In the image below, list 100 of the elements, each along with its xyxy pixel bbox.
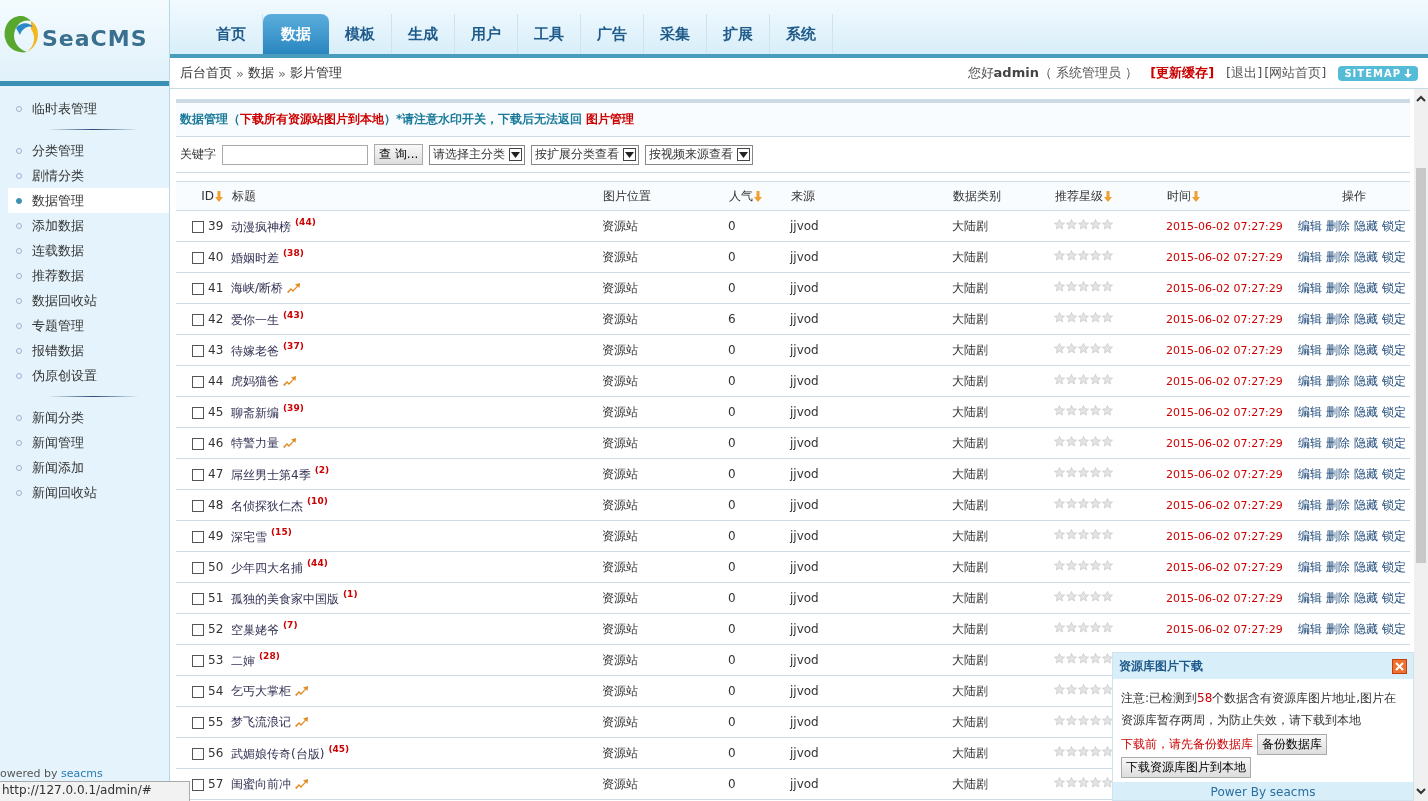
star-rating[interactable] — [1054, 529, 1113, 540]
star-rating[interactable] — [1054, 312, 1113, 323]
title-link[interactable]: 特警力量 — [231, 435, 279, 450]
nav-tab[interactable]: 模板 — [329, 14, 392, 54]
title-link[interactable]: 婚姻时差 — [231, 250, 279, 265]
action-link[interactable]: 隐藏 — [1354, 435, 1378, 450]
title-link[interactable]: 深宅雪 — [231, 529, 267, 544]
refresh-cache-link[interactable]: [更新缓存] — [1150, 64, 1215, 82]
title-link[interactable]: 待嫁老爸 — [231, 343, 279, 358]
sidebar-item[interactable]: 新闻回收站 — [8, 480, 169, 505]
sidebar-item[interactable]: 连载数据 — [8, 238, 169, 263]
star-rating[interactable] — [1054, 343, 1113, 354]
action-link[interactable]: 删除 — [1326, 621, 1350, 636]
heading-link[interactable]: 下载所有资源站图片到本地 — [240, 112, 384, 126]
sidebar-item[interactable]: 推荐数据 — [8, 263, 169, 288]
keyword-field[interactable] — [222, 144, 368, 165]
header-link[interactable]: [退出] — [1226, 64, 1263, 82]
row-checkbox[interactable] — [192, 251, 204, 264]
title-link[interactable]: 少年四大名捕 — [231, 560, 303, 575]
sidebar-item[interactable]: 新闻管理 — [8, 430, 169, 455]
sidebar-item[interactable]: 临时表管理 — [8, 96, 169, 121]
row-checkbox[interactable] — [192, 530, 204, 543]
action-link[interactable]: 锁定 — [1382, 528, 1406, 543]
star-rating[interactable] — [1054, 467, 1113, 478]
row-checkbox[interactable] — [192, 406, 204, 419]
nav-tab[interactable]: 系统 — [770, 14, 833, 54]
action-link[interactable]: 锁定 — [1382, 497, 1406, 512]
action-link[interactable]: 删除 — [1326, 404, 1350, 419]
action-link[interactable]: 删除 — [1326, 435, 1350, 450]
row-checkbox[interactable] — [192, 561, 204, 574]
action-link[interactable]: 锁定 — [1382, 249, 1406, 264]
star-rating[interactable] — [1054, 684, 1113, 695]
action-link[interactable]: 隐藏 — [1354, 218, 1378, 233]
action-link[interactable]: 删除 — [1326, 342, 1350, 357]
action-link[interactable]: 隐藏 — [1354, 559, 1378, 574]
download-button[interactable]: 下载资源库图片到本地 — [1121, 757, 1251, 778]
action-link[interactable]: 编辑 — [1298, 342, 1322, 357]
star-rating[interactable] — [1054, 498, 1113, 509]
action-link[interactable]: 锁定 — [1382, 311, 1406, 326]
title-link[interactable]: 闺蜜向前冲 — [231, 776, 291, 791]
star-rating[interactable] — [1054, 622, 1113, 633]
sidebar-item[interactable]: 伪原创设置 — [8, 363, 169, 388]
nav-tab[interactable]: 用户 — [455, 14, 518, 54]
action-link[interactable]: 删除 — [1326, 218, 1350, 233]
sidebar-item[interactable]: 新闻添加 — [8, 455, 169, 480]
action-link[interactable]: 编辑 — [1298, 559, 1322, 574]
action-link[interactable]: 删除 — [1326, 528, 1350, 543]
column-header[interactable]: 时间 — [1167, 188, 1200, 203]
seacms-link[interactable]: seacms — [61, 767, 103, 780]
breadcrumb-item[interactable]: 数据 — [247, 64, 274, 82]
title-link[interactable]: 屌丝男士第4季 — [231, 467, 311, 482]
row-checkbox[interactable] — [192, 685, 204, 698]
star-rating[interactable] — [1054, 560, 1113, 571]
title-link[interactable]: 聊斋新编 — [231, 405, 279, 420]
row-checkbox[interactable] — [192, 778, 204, 791]
column-header[interactable]: ID — [201, 189, 223, 203]
title-link[interactable]: 爱你一生 — [231, 312, 279, 327]
star-rating[interactable] — [1054, 591, 1113, 602]
action-link[interactable]: 锁定 — [1382, 435, 1406, 450]
action-link[interactable]: 编辑 — [1298, 404, 1322, 419]
row-checkbox[interactable] — [192, 437, 204, 450]
action-link[interactable]: 隐藏 — [1354, 311, 1378, 326]
action-link[interactable]: 隐藏 — [1354, 404, 1378, 419]
star-rating[interactable] — [1054, 374, 1113, 385]
sidebar-item[interactable]: 剧情分类 — [8, 163, 169, 188]
nav-tab[interactable]: 扩展 — [707, 14, 770, 54]
action-link[interactable]: 锁定 — [1382, 404, 1406, 419]
action-link[interactable]: 编辑 — [1298, 435, 1322, 450]
star-rating[interactable] — [1054, 281, 1113, 292]
action-link[interactable]: 隐藏 — [1354, 342, 1378, 357]
title-link[interactable]: 名侦探狄仁杰 — [231, 498, 303, 513]
title-link[interactable]: 动漫疯神榜 — [231, 219, 291, 234]
scrollbar[interactable] — [1414, 89, 1428, 801]
filter-dropdown[interactable]: 按视频来源查看 — [645, 144, 754, 165]
star-rating[interactable] — [1054, 436, 1113, 447]
header-link[interactable]: [网站首页] — [1264, 64, 1327, 82]
star-rating[interactable] — [1054, 746, 1113, 757]
action-link[interactable]: 删除 — [1326, 497, 1350, 512]
action-link[interactable]: 锁定 — [1382, 590, 1406, 605]
nav-tab[interactable]: 工具 — [518, 14, 581, 54]
action-link[interactable]: 锁定 — [1382, 218, 1406, 233]
action-link[interactable]: 删除 — [1326, 311, 1350, 326]
action-link[interactable]: 删除 — [1326, 249, 1350, 264]
row-checkbox[interactable] — [192, 344, 204, 357]
sidebar-item[interactable]: 数据管理 — [8, 188, 169, 213]
star-rating[interactable] — [1054, 250, 1113, 261]
heading-link[interactable]: 图片管理 — [586, 112, 635, 126]
sidebar-item[interactable]: 数据回收站 — [8, 288, 169, 313]
action-link[interactable]: 编辑 — [1298, 621, 1322, 636]
action-link[interactable]: 隐藏 — [1354, 466, 1378, 481]
title-link[interactable]: 海峡/断桥 — [231, 280, 284, 295]
action-link[interactable]: 锁定 — [1382, 373, 1406, 388]
action-link[interactable]: 编辑 — [1298, 497, 1322, 512]
sidebar-item[interactable]: 分类管理 — [8, 138, 169, 163]
action-link[interactable]: 编辑 — [1298, 280, 1322, 295]
action-link[interactable]: 删除 — [1326, 280, 1350, 295]
sidebar-item[interactable]: 添加数据 — [8, 213, 169, 238]
title-link[interactable]: 空巢姥爷 — [231, 622, 279, 637]
action-link[interactable]: 编辑 — [1298, 373, 1322, 388]
sidebar-item[interactable]: 专题管理 — [8, 313, 169, 338]
